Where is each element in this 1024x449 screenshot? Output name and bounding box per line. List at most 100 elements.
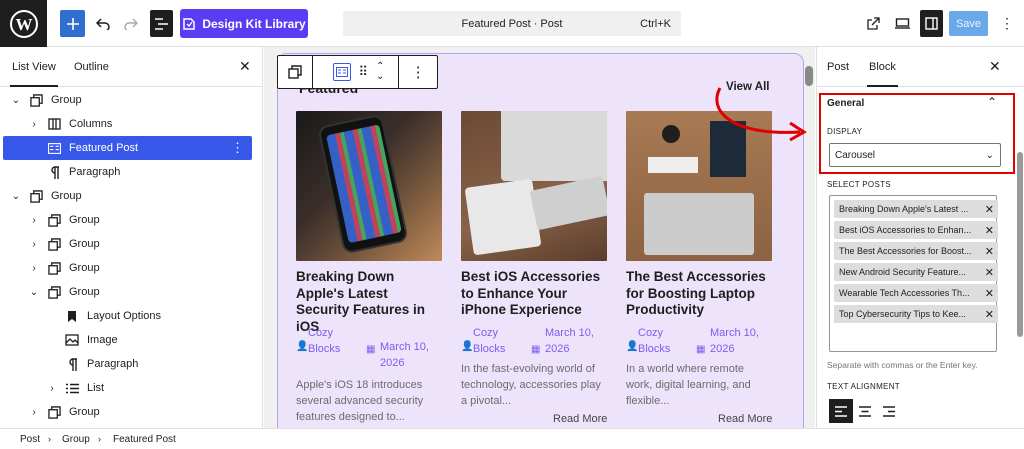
selected-post-token[interactable]: Wearable Tech Accessories Th... ✕: [834, 284, 998, 302]
selected-post-token[interactable]: Top Cybersecurity Tips to Kee... ✕: [834, 305, 998, 323]
move-buttons[interactable]: ⌃ ⌄: [376, 62, 384, 82]
drag-handle-icon[interactable]: ⠿: [359, 64, 369, 80]
list-view-item[interactable]: › List: [3, 376, 252, 400]
list-view-item[interactable]: ⌄ Group: [3, 88, 252, 112]
remove-token-icon[interactable]: ✕: [985, 287, 994, 300]
more-vertical-icon: ⋮: [1000, 15, 1014, 31]
align-right-button[interactable]: [877, 399, 901, 423]
list-view-item[interactable]: › Columns: [3, 112, 252, 136]
preview-button[interactable]: [892, 10, 912, 37]
list-view-item[interactable]: Featured Post ⋮: [3, 136, 252, 160]
chevron-down-icon[interactable]: ⌄: [29, 287, 39, 298]
post-image-tablet-keyboard[interactable]: [461, 111, 607, 261]
list-view-item[interactable]: › Group: [3, 400, 252, 424]
breadcrumb-item[interactable]: Post: [20, 434, 40, 445]
general-section-title[interactable]: General: [827, 98, 864, 109]
remove-token-icon[interactable]: ✕: [985, 245, 994, 258]
selected-post-token[interactable]: Breaking Down Apple's Latest ... ✕: [834, 200, 998, 218]
undo-icon: [96, 17, 110, 30]
chevron-right-icon[interactable]: ›: [29, 215, 39, 226]
sidebar-icon: [925, 17, 938, 30]
add-block-button[interactable]: [60, 10, 85, 37]
select-posts-field[interactable]: Breaking Down Apple's Latest ... ✕ Best iO…: [829, 195, 998, 352]
chevron-down-icon[interactable]: ⌄: [376, 72, 384, 82]
list-view-item-label: Group: [51, 94, 82, 106]
list-view-item[interactable]: Paragraph: [3, 352, 252, 376]
list-view-item[interactable]: › Group: [3, 256, 252, 280]
settings-toggle-button[interactable]: [920, 10, 943, 37]
token-label: Wearable Tech Accessories Th...: [839, 288, 970, 298]
tab-block[interactable]: Block: [867, 61, 898, 87]
list-view-item[interactable]: ⌄ Group: [3, 184, 252, 208]
tab-post[interactable]: Post: [827, 61, 849, 73]
more-vertical-icon[interactable]: ⋮: [231, 140, 244, 156]
breadcrumb: Post › Group › Featured Post: [0, 428, 1024, 449]
redo-button[interactable]: [121, 10, 141, 37]
chevron-down-icon[interactable]: ⌄: [11, 191, 21, 202]
chevron-right-icon[interactable]: ›: [47, 383, 57, 394]
group-icon: [47, 405, 61, 419]
display-value: Carousel: [835, 149, 876, 161]
chevron-right-icon[interactable]: ›: [29, 263, 39, 274]
featured-post-block-icon[interactable]: [332, 63, 351, 81]
post-card[interactable]: Best iOS Accessories to Enhance Your iPh…: [461, 111, 607, 319]
block-options-button[interactable]: ⋮: [399, 56, 437, 88]
close-icon[interactable]: ✕: [989, 58, 1001, 75]
align-left-button[interactable]: [829, 399, 853, 423]
chevron-down-icon[interactable]: ⌄: [11, 95, 21, 106]
block-parent-button[interactable]: [278, 56, 313, 88]
post-title[interactable]: Best iOS Accessories to Enhance Your iPh…: [461, 269, 607, 319]
display-select[interactable]: Carousel ⌄: [829, 143, 1001, 167]
help-text: Separate with commas or the Enter key.: [827, 360, 978, 370]
read-more-link[interactable]: Read More: [553, 413, 607, 425]
command-palette[interactable]: Featured Post · Post Ctrl+K: [343, 11, 681, 36]
tab-outline[interactable]: Outline: [74, 61, 109, 73]
close-icon[interactable]: ✕: [239, 58, 251, 75]
post-title[interactable]: The Best Accessories for Boosting Laptop…: [626, 269, 772, 319]
chevron-right-icon[interactable]: ›: [29, 407, 39, 418]
chevron-right-icon[interactable]: ›: [29, 239, 39, 250]
list-view-item-label: Group: [51, 190, 82, 202]
options-menu-button[interactable]: ⋮: [998, 10, 1016, 37]
list-view-icon: [155, 17, 168, 30]
annotation-arrow: [715, 87, 807, 142]
align-center-button[interactable]: [853, 399, 877, 423]
list-view-item[interactable]: › Group: [3, 232, 252, 256]
remove-token-icon[interactable]: ✕: [985, 308, 994, 321]
list-view-item[interactable]: Paragraph: [3, 160, 252, 184]
remove-token-icon[interactable]: ✕: [985, 224, 994, 237]
group-icon: [288, 65, 302, 79]
chevron-right-icon[interactable]: ›: [29, 119, 39, 130]
wordpress-logo-icon[interactable]: W: [0, 0, 47, 47]
list-view-item[interactable]: ⌄ Group: [3, 280, 252, 304]
selected-post-token[interactable]: Best iOS Accessories to Enhan... ✕: [834, 221, 998, 239]
tab-list-view[interactable]: List View: [10, 61, 58, 87]
selected-post-token[interactable]: New Android Security Feature... ✕: [834, 263, 998, 281]
view-post-button[interactable]: [863, 10, 883, 37]
sidebar-scrollbar[interactable]: [1017, 152, 1023, 337]
list-view-item[interactable]: Layout Options: [3, 304, 252, 328]
undo-button[interactable]: [93, 10, 113, 37]
post-card[interactable]: Breaking Down Apple's Latest Security Fe…: [296, 111, 442, 335]
chevron-up-icon[interactable]: ⌃: [987, 95, 997, 109]
save-button[interactable]: Save: [949, 11, 988, 36]
list-view-item[interactable]: Image: [3, 328, 252, 352]
design-kit-label: Design Kit Library: [202, 16, 306, 31]
post-image-phone[interactable]: [296, 111, 442, 261]
list-view-tabs: List View Outline ✕: [0, 47, 262, 87]
breadcrumb-item[interactable]: Featured Post: [113, 434, 176, 445]
remove-token-icon[interactable]: ✕: [985, 266, 994, 279]
selected-post-token[interactable]: The Best Accessories for Boost... ✕: [834, 242, 998, 260]
shortcut-hint: Ctrl+K: [640, 18, 671, 30]
date-text: March 10, 2026: [545, 327, 594, 355]
date-text: March 10, 2026: [380, 341, 429, 369]
post-excerpt: In the fast-evolving world of technology…: [461, 363, 601, 407]
read-more-link[interactable]: Read More: [718, 413, 772, 425]
featured-post-icon: [47, 141, 61, 155]
document-overview-button[interactable]: [150, 10, 173, 37]
remove-token-icon[interactable]: ✕: [985, 203, 994, 216]
design-kit-library-button[interactable]: Design Kit Library: [180, 9, 308, 38]
post-excerpt: In a world where remote work, digital le…: [626, 363, 751, 407]
breadcrumb-item[interactable]: Group: [62, 434, 90, 445]
list-view-item[interactable]: › Group: [3, 208, 252, 232]
